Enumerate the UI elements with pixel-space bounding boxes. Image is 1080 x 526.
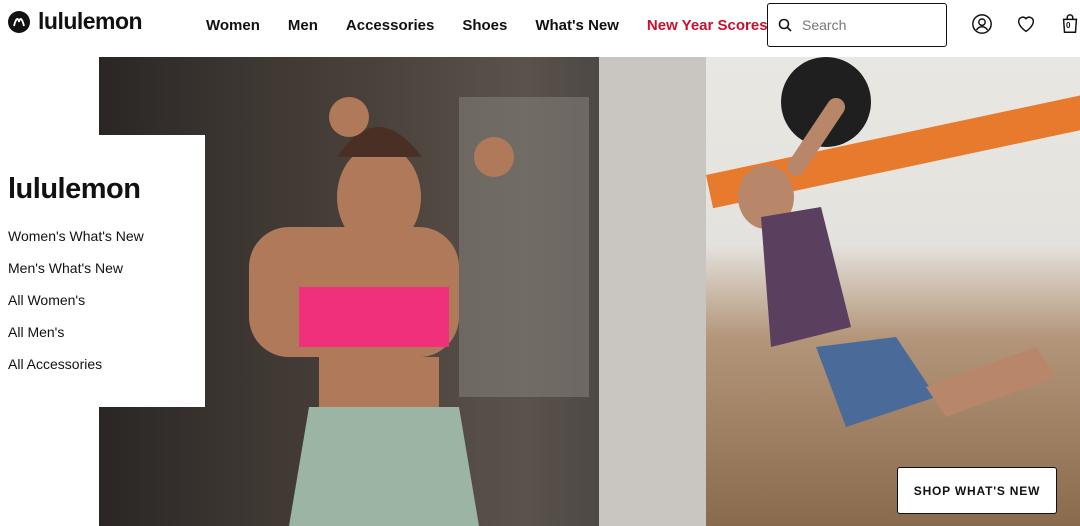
nav-whats-new[interactable]: What's New [535,17,619,35]
nav-women[interactable]: Women [206,17,260,35]
search-icon [778,18,792,32]
nav-shoes[interactable]: Shoes [462,17,507,35]
hero-illustration-right [738,57,1056,427]
link-mens-whats-new[interactable]: Men's What's New [8,260,205,276]
lululemon-logo-icon [8,10,30,33]
account-icon[interactable] [970,12,994,36]
brand-wordmark: lululemon [38,8,143,34]
link-all-womens[interactable]: All Women's [8,292,205,308]
search-box[interactable] [767,3,947,47]
shopping-bag-icon[interactable]: 0 [1058,12,1080,36]
wishlist-heart-icon[interactable] [1014,12,1038,36]
site-header: lululemon Women Men Accessories Shoes Wh… [0,0,1080,57]
category-panel: lululemon Women's What's New Men's What'… [0,135,205,407]
bag-count: 0 [1066,21,1071,30]
primary-nav: Women Men Accessories Shoes What's New N… [206,17,796,35]
panel-brand-title: lululemon [8,173,141,205]
category-links: Women's What's New Men's What's New All … [8,228,205,372]
hero-banner: lululemon Women's What's New Men's What'… [0,57,1080,526]
brand-logo[interactable]: lululemon [8,8,143,35]
hero-image-man-medicine-ball [706,57,1080,526]
link-all-mens[interactable]: All Men's [8,324,205,340]
header-icons: 0 [970,12,1080,36]
search-input[interactable] [802,17,932,33]
link-all-accessories[interactable]: All Accessories [8,356,205,372]
nav-new-year-scores[interactable]: New Year Scores [647,17,768,35]
nav-accessories[interactable]: Accessories [346,17,434,35]
link-womens-whats-new[interactable]: Women's What's New [8,228,205,244]
nav-men[interactable]: Men [288,17,318,35]
shop-whats-new-button[interactable]: SHOP WHAT'S NEW [897,467,1057,514]
hero-left-margin [0,407,99,526]
